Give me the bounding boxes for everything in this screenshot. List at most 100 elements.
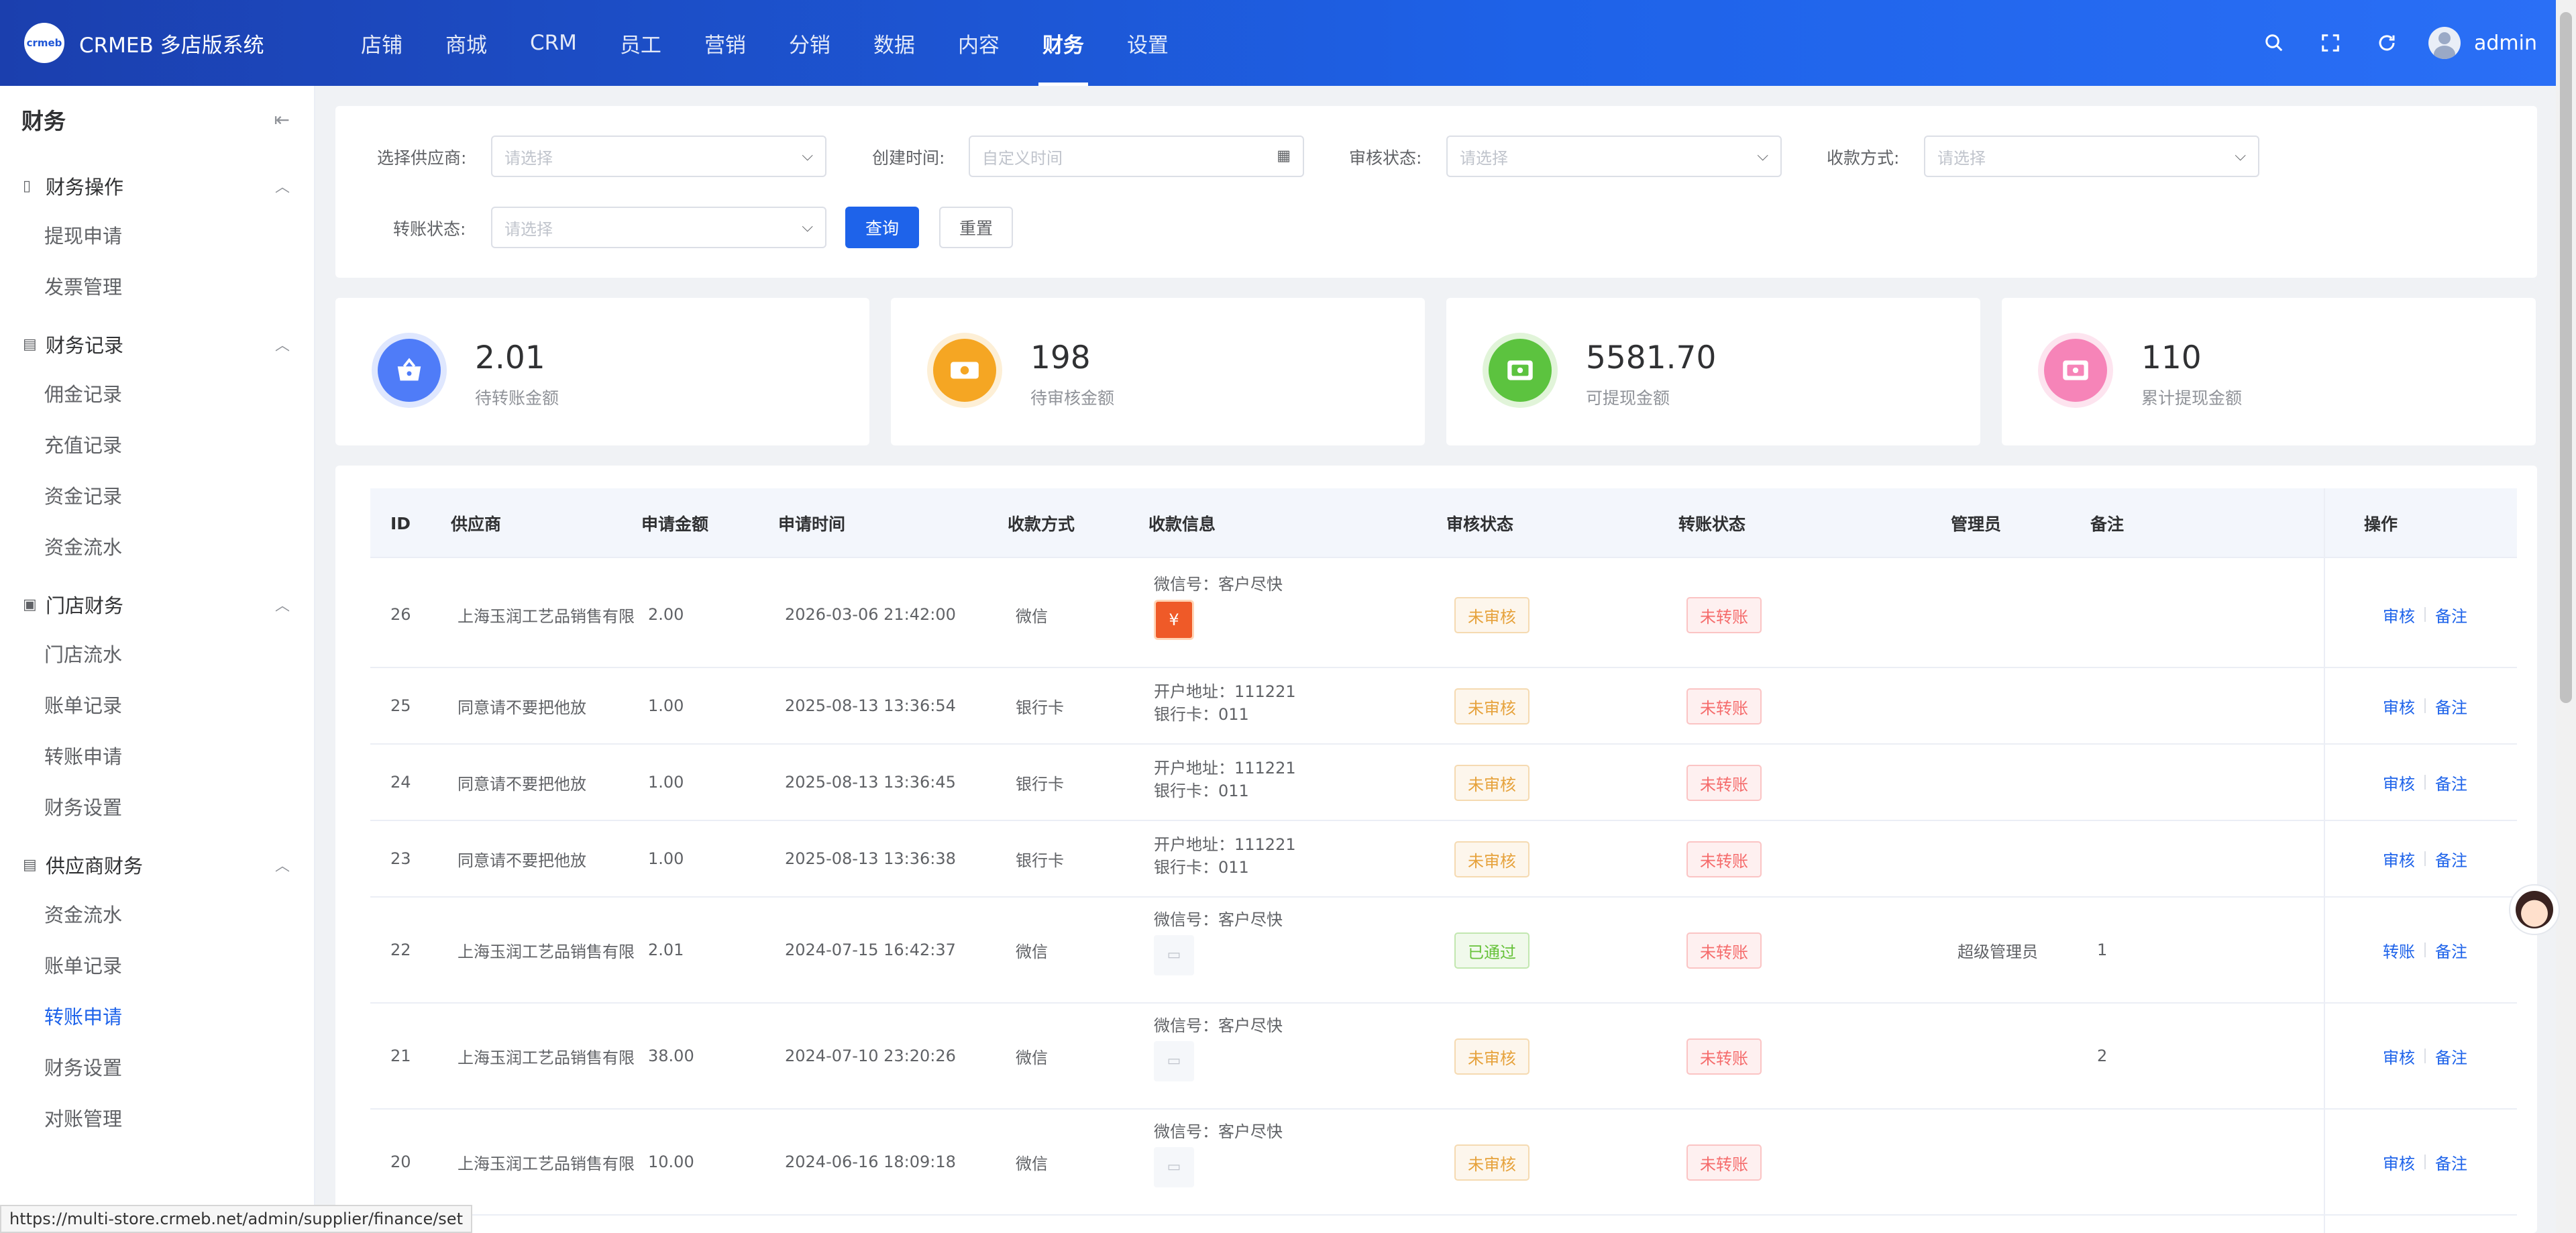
action-remark-link[interactable]: 备注 [2435, 1044, 2467, 1068]
header-tools: admin [2246, 0, 2537, 86]
cell-payment-info: 微信号：客户尽快 ▭ [1154, 908, 1283, 975]
qr-image[interactable]: ¥ [1154, 600, 1194, 640]
nav-item-3[interactable]: 员工 [598, 0, 683, 86]
user-avatar[interactable] [2428, 27, 2461, 59]
refresh-icon[interactable] [2359, 33, 2415, 53]
row-actions: 转账 备注 [2383, 898, 2467, 1002]
action-remark-link[interactable]: 备注 [2435, 603, 2467, 627]
reset-button[interactable]: 重置 [939, 207, 1013, 248]
stat-card-1: 198 待审核金额 [891, 298, 1425, 445]
nav-item-7[interactable]: 内容 [936, 0, 1021, 86]
action-divider [2424, 943, 2426, 957]
support-avatar[interactable] [2509, 884, 2560, 935]
action-audit-link[interactable]: 审核 [2383, 1044, 2415, 1068]
sidebar-item[interactable]: 资金记录 [44, 470, 189, 521]
action-audit-link[interactable]: 审核 [2383, 771, 2415, 794]
sidebar-item[interactable]: 提现申请 [44, 209, 189, 260]
chevron-down-icon: ⌵ [1757, 148, 1768, 164]
query-button[interactable]: 查询 [845, 207, 919, 248]
sidebar-item[interactable]: 资金流水 [44, 888, 189, 939]
column-header-4: 收款方式 [1008, 515, 1075, 534]
action-remark-link[interactable]: 备注 [2435, 847, 2467, 871]
audit-status-badge: 未审核 [1454, 765, 1529, 801]
user-name[interactable]: admin [2474, 32, 2537, 55]
sidebar-item[interactable]: 对账管理 [44, 1092, 189, 1143]
sidebar-item[interactable]: 发票管理 [44, 260, 189, 311]
sidebar-item[interactable]: 资金流水 [44, 521, 189, 572]
table-row: 25 同意请不要把他放 1.00 2025-08-13 13:36:54 银行卡 开户地址… [370, 668, 2517, 745]
action-remark-link[interactable]: 备注 [2435, 1150, 2467, 1174]
supplier-select[interactable]: 请选择 ⌵ [491, 136, 826, 177]
nav-item-9[interactable]: 设置 [1106, 0, 1190, 86]
sidebar-item[interactable]: 佣金记录 [44, 368, 189, 419]
sidebar-group-3[interactable]: ▤ 供应商财务 ︿ [0, 841, 314, 888]
sidebar-group-items: 门店流水 账单记录 转账申请 财务设置 [0, 628, 314, 832]
column-header-6: 审核状态 [1446, 515, 1514, 534]
image-placeholder-icon[interactable]: ▭ [1154, 935, 1194, 975]
action-remark-link[interactable]: 备注 [2435, 694, 2467, 718]
nav-item-5[interactable]: 分销 [767, 0, 852, 86]
image-placeholder-icon[interactable]: ▭ [1154, 1041, 1194, 1081]
sidebar-item[interactable]: 财务设置 [44, 781, 189, 832]
collapse-icon[interactable]: ⇤ [274, 109, 290, 131]
row-actions: 审核 备注 [2383, 821, 2467, 896]
cell-amount: 1.00 [648, 696, 684, 715]
chevron-down-icon: ⌵ [802, 148, 813, 164]
cell-method: 银行卡 [1016, 774, 1064, 794]
stat-icon-ring [2038, 333, 2113, 408]
action-divider [2424, 607, 2426, 622]
cell-amount: 10.00 [648, 1152, 694, 1171]
sidebar-item[interactable]: 转账申请 [44, 730, 189, 781]
fullscreen-icon[interactable] [2302, 33, 2359, 53]
chevron-up-icon: ︿ [274, 179, 290, 196]
audit-select[interactable]: 请选择 ⌵ [1446, 136, 1782, 177]
cell-time: 2024-07-10 23:20:26 [785, 1047, 956, 1065]
scrollbar-thumb[interactable] [2560, 12, 2572, 703]
nav-item-0[interactable]: 店铺 [339, 0, 424, 86]
audit-placeholder: 请选择 [1460, 148, 1508, 168]
payment-info-line: 开户地址：111221 [1154, 682, 1296, 701]
cell-payment-info: 开户地址：111221 银行卡：011 [1154, 833, 1296, 879]
transfer-select[interactable]: 请选择 ⌵ [491, 207, 826, 248]
action-transfer-link[interactable]: 转账 [2383, 939, 2415, 962]
supplier-label: 选择供应商: [377, 148, 467, 168]
transfer-status-badge: 未转账 [1686, 841, 1762, 877]
sidebar-item[interactable]: 充值记录 [44, 419, 189, 470]
sidebar-item[interactable]: 账单记录 [44, 939, 189, 990]
time-picker[interactable]: 自定义时间 ▦ [969, 136, 1304, 177]
sidebar-item[interactable]: 转账申请 [44, 990, 189, 1041]
action-audit-link[interactable]: 审核 [2383, 694, 2415, 718]
cell-method: 微信 [1016, 1154, 1048, 1173]
nav-item-6[interactable]: 数据 [852, 0, 936, 86]
stat-icon-ring [372, 333, 447, 408]
time-label: 创建时间: [872, 148, 945, 168]
cell-method: 微信 [1016, 1048, 1048, 1067]
audit-status-badge: 未审核 [1454, 597, 1529, 633]
image-placeholder-icon[interactable]: ▭ [1154, 1147, 1194, 1187]
nav-item-8[interactable]: 财务 [1021, 0, 1106, 86]
cell-payment-info: 微信号：客户尽快 ▭ [1154, 1014, 1283, 1081]
sidebar-group-0[interactable]: ▯ 财务操作 ︿ [0, 162, 314, 209]
top-nav: 店铺 商城 CRM 员工 营销 分销 数据 内容 财务 设置 [339, 0, 1190, 86]
sidebar-group-1[interactable]: ▤ 财务记录 ︿ [0, 321, 314, 368]
sidebar-header: 财务 ⇤ [0, 86, 314, 153]
search-icon[interactable] [2246, 33, 2302, 53]
sidebar-group-2[interactable]: ▣ 门店财务 ︿ [0, 581, 314, 628]
column-header-0: ID [390, 513, 411, 533]
action-audit-link[interactable]: 审核 [2383, 1150, 2415, 1174]
action-remark-link[interactable]: 备注 [2435, 771, 2467, 794]
chevron-up-icon: ︿ [274, 598, 290, 614]
method-select[interactable]: 请选择 ⌵ [1924, 136, 2259, 177]
action-audit-link[interactable]: 审核 [2383, 847, 2415, 871]
sidebar-item[interactable]: 门店流水 [44, 628, 189, 679]
nav-item-2[interactable]: CRM [508, 0, 598, 86]
page-scrollbar[interactable] [2556, 0, 2576, 1233]
action-audit-link[interactable]: 审核 [2383, 603, 2415, 627]
logo[interactable]: crmeb CRMEB 多店版系统 [24, 23, 306, 63]
brand-name: CRMEB 多店版系统 [79, 33, 264, 58]
sidebar-item[interactable]: 账单记录 [44, 679, 189, 730]
sidebar-item[interactable]: 财务设置 [44, 1041, 189, 1092]
nav-item-4[interactable]: 营销 [683, 0, 767, 86]
action-remark-link[interactable]: 备注 [2435, 939, 2467, 962]
nav-item-1[interactable]: 商城 [424, 0, 508, 86]
